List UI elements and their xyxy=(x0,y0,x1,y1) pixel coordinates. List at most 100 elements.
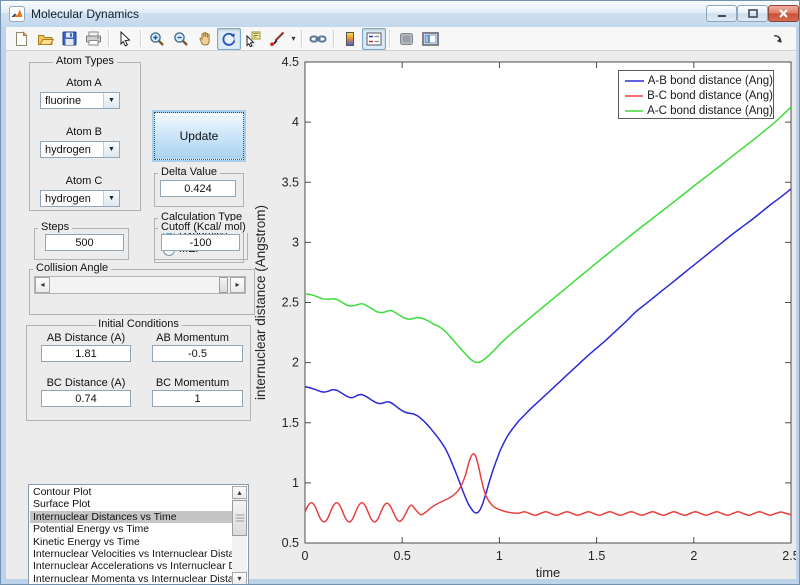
svg-text:1: 1 xyxy=(496,549,503,563)
steps-label: Steps xyxy=(38,221,72,233)
new-figure-icon[interactable] xyxy=(9,28,33,50)
bc-momentum-field[interactable]: 1 xyxy=(152,390,243,407)
svg-text:2.5: 2.5 xyxy=(282,296,299,310)
print-icon[interactable] xyxy=(81,28,105,50)
toolbar-separator xyxy=(108,30,110,47)
matlab-figure-icon xyxy=(9,6,25,22)
atom-c-label: Atom C xyxy=(39,175,129,187)
initial-conditions-label: Initial Conditions xyxy=(95,318,182,330)
svg-text:1.5: 1.5 xyxy=(282,416,299,430)
collision-angle-slider[interactable]: ◂ ▸ xyxy=(34,276,246,294)
open-file-icon[interactable] xyxy=(33,28,57,50)
insert-colorbar-icon[interactable] xyxy=(338,28,362,50)
link-plot-icon[interactable] xyxy=(306,28,330,50)
list-item[interactable]: Internuclear Accelerations vs Internucle… xyxy=(30,560,233,572)
hide-plot-tools-icon[interactable] xyxy=(394,28,418,50)
list-item[interactable]: Internuclear Momenta vs Internuclear Dis… xyxy=(30,573,233,585)
list-item[interactable]: Potential Energy vs Time xyxy=(30,523,233,535)
slider-right-arrow-icon[interactable]: ▸ xyxy=(230,277,245,293)
molecular-dynamics-window: Molecular Dynamics xyxy=(0,0,800,585)
ab-distance-field[interactable]: 1.81 xyxy=(41,345,131,362)
legend-entry-label: A-C bond distance (Ang) xyxy=(647,105,773,117)
atom-types-label: Atom Types xyxy=(53,55,117,67)
scroll-down-arrow-icon[interactable]: ▾ xyxy=(232,572,247,585)
steps-field[interactable]: 500 xyxy=(45,234,124,251)
list-item[interactable]: Surface Plot xyxy=(30,498,233,510)
svg-text:time: time xyxy=(536,565,561,579)
delta-value-label: Delta Value xyxy=(158,166,220,178)
title-bar[interactable]: Molecular Dynamics xyxy=(1,1,800,27)
atom-c-dropdown[interactable]: hydrogen ▼ xyxy=(40,190,120,207)
update-button[interactable]: Update xyxy=(154,112,244,160)
plot-type-list: Contour PlotSurface PlotInternuclear Dis… xyxy=(30,486,233,585)
legend-entry: A-C bond distance (Ang) xyxy=(619,103,773,118)
brush-caret-icon[interactable]: ▾ xyxy=(289,29,298,49)
svg-text:0.5: 0.5 xyxy=(282,536,299,550)
atom-c-value: hydrogen xyxy=(45,192,91,206)
brush-icon[interactable] xyxy=(265,28,289,50)
bc-distance-field[interactable]: 0.74 xyxy=(41,390,131,407)
insert-legend-icon[interactable] xyxy=(362,28,386,50)
bc-momentum-label: BC Momentum xyxy=(142,377,243,389)
ab-momentum-field[interactable]: -0.5 xyxy=(152,345,243,362)
atom-a-dropdown[interactable]: fluorine ▼ xyxy=(40,92,120,109)
svg-text:2: 2 xyxy=(690,549,697,563)
legend-entry: B-C bond distance (Ang) xyxy=(619,88,773,103)
edit-plot-icon[interactable] xyxy=(113,28,137,50)
slider-left-arrow-icon[interactable]: ◂ xyxy=(35,277,50,293)
window-title: Molecular Dynamics xyxy=(31,7,139,21)
scroll-up-arrow-icon[interactable]: ▴ xyxy=(232,486,247,499)
toolbar-separator xyxy=(301,30,303,47)
atom-a-label: Atom A xyxy=(39,77,129,89)
delta-value-field[interactable]: 0.424 xyxy=(160,180,236,197)
legend-entry-label: A-B bond distance (Ang) xyxy=(648,75,773,87)
pan-icon[interactable] xyxy=(193,28,217,50)
data-cursor-icon[interactable] xyxy=(241,28,265,50)
collision-angle-label: Collision Angle xyxy=(33,262,111,274)
dropdown-arrow-icon[interactable]: ▼ xyxy=(103,191,119,206)
vscroll-thumb[interactable] xyxy=(232,500,247,536)
bc-distance-label: BC Distance (A) xyxy=(31,377,141,389)
rotate-3d-icon[interactable] xyxy=(217,28,241,50)
toolbar-separator xyxy=(140,30,142,47)
zoom-out-icon[interactable] xyxy=(169,28,193,50)
list-item[interactable]: Internuclear Velocities vs Internuclear … xyxy=(30,548,233,560)
toolbar-separator xyxy=(333,30,335,47)
legend-line-sample xyxy=(624,109,643,113)
plot-type-listbox[interactable]: Contour PlotSurface PlotInternuclear Dis… xyxy=(28,484,249,585)
save-figure-icon[interactable] xyxy=(57,28,81,50)
figure-canvas: Atom Types Atom A fluorine ▼ Atom B hydr… xyxy=(6,51,796,579)
atom-b-value: hydrogen xyxy=(45,143,91,157)
legend-entry: A-B bond distance (Ang) xyxy=(619,73,773,88)
dropdown-arrow-icon[interactable]: ▼ xyxy=(103,142,119,157)
toolbar-separator xyxy=(389,30,391,47)
dock-figure-icon[interactable] xyxy=(766,28,790,50)
minimize-button[interactable] xyxy=(706,5,737,22)
listbox-vscrollbar[interactable]: ▴ ▾ xyxy=(232,486,247,585)
slider-thumb[interactable] xyxy=(219,277,228,293)
svg-text:3.5: 3.5 xyxy=(282,175,299,189)
list-item[interactable]: Kinetic Energy vs Time xyxy=(30,536,233,548)
cutoff-field[interactable]: -100 xyxy=(161,234,240,251)
plot-legend[interactable]: A-B bond distance (Ang) B-C bond distance… xyxy=(618,70,774,119)
list-item[interactable]: Internuclear Distances vs Time xyxy=(30,511,233,523)
svg-text:internuclear distance (Angstro: internuclear distance (Angstrom) xyxy=(253,205,268,400)
svg-text:0: 0 xyxy=(302,549,309,563)
svg-text:2: 2 xyxy=(292,356,299,370)
close-button[interactable] xyxy=(768,5,799,22)
list-item[interactable]: Contour Plot xyxy=(30,486,233,498)
atom-b-dropdown[interactable]: hydrogen ▼ xyxy=(40,141,120,158)
maximize-button[interactable] xyxy=(737,5,768,22)
show-plot-tools-icon[interactable] xyxy=(418,28,442,50)
figure-toolbar: ▾ xyxy=(6,27,796,51)
svg-text:1: 1 xyxy=(292,476,299,490)
atom-b-label: Atom B xyxy=(39,126,129,138)
svg-text:4: 4 xyxy=(292,115,299,129)
cutoff-label: Cutoff (Kcal/ mol) xyxy=(158,221,249,233)
svg-text:4.5: 4.5 xyxy=(282,55,299,69)
dropdown-arrow-icon[interactable]: ▼ xyxy=(103,93,119,108)
svg-text:3: 3 xyxy=(292,235,299,249)
zoom-in-icon[interactable] xyxy=(145,28,169,50)
atom-a-value: fluorine xyxy=(45,94,81,108)
legend-entry-label: B-C bond distance (Ang) xyxy=(647,90,773,102)
